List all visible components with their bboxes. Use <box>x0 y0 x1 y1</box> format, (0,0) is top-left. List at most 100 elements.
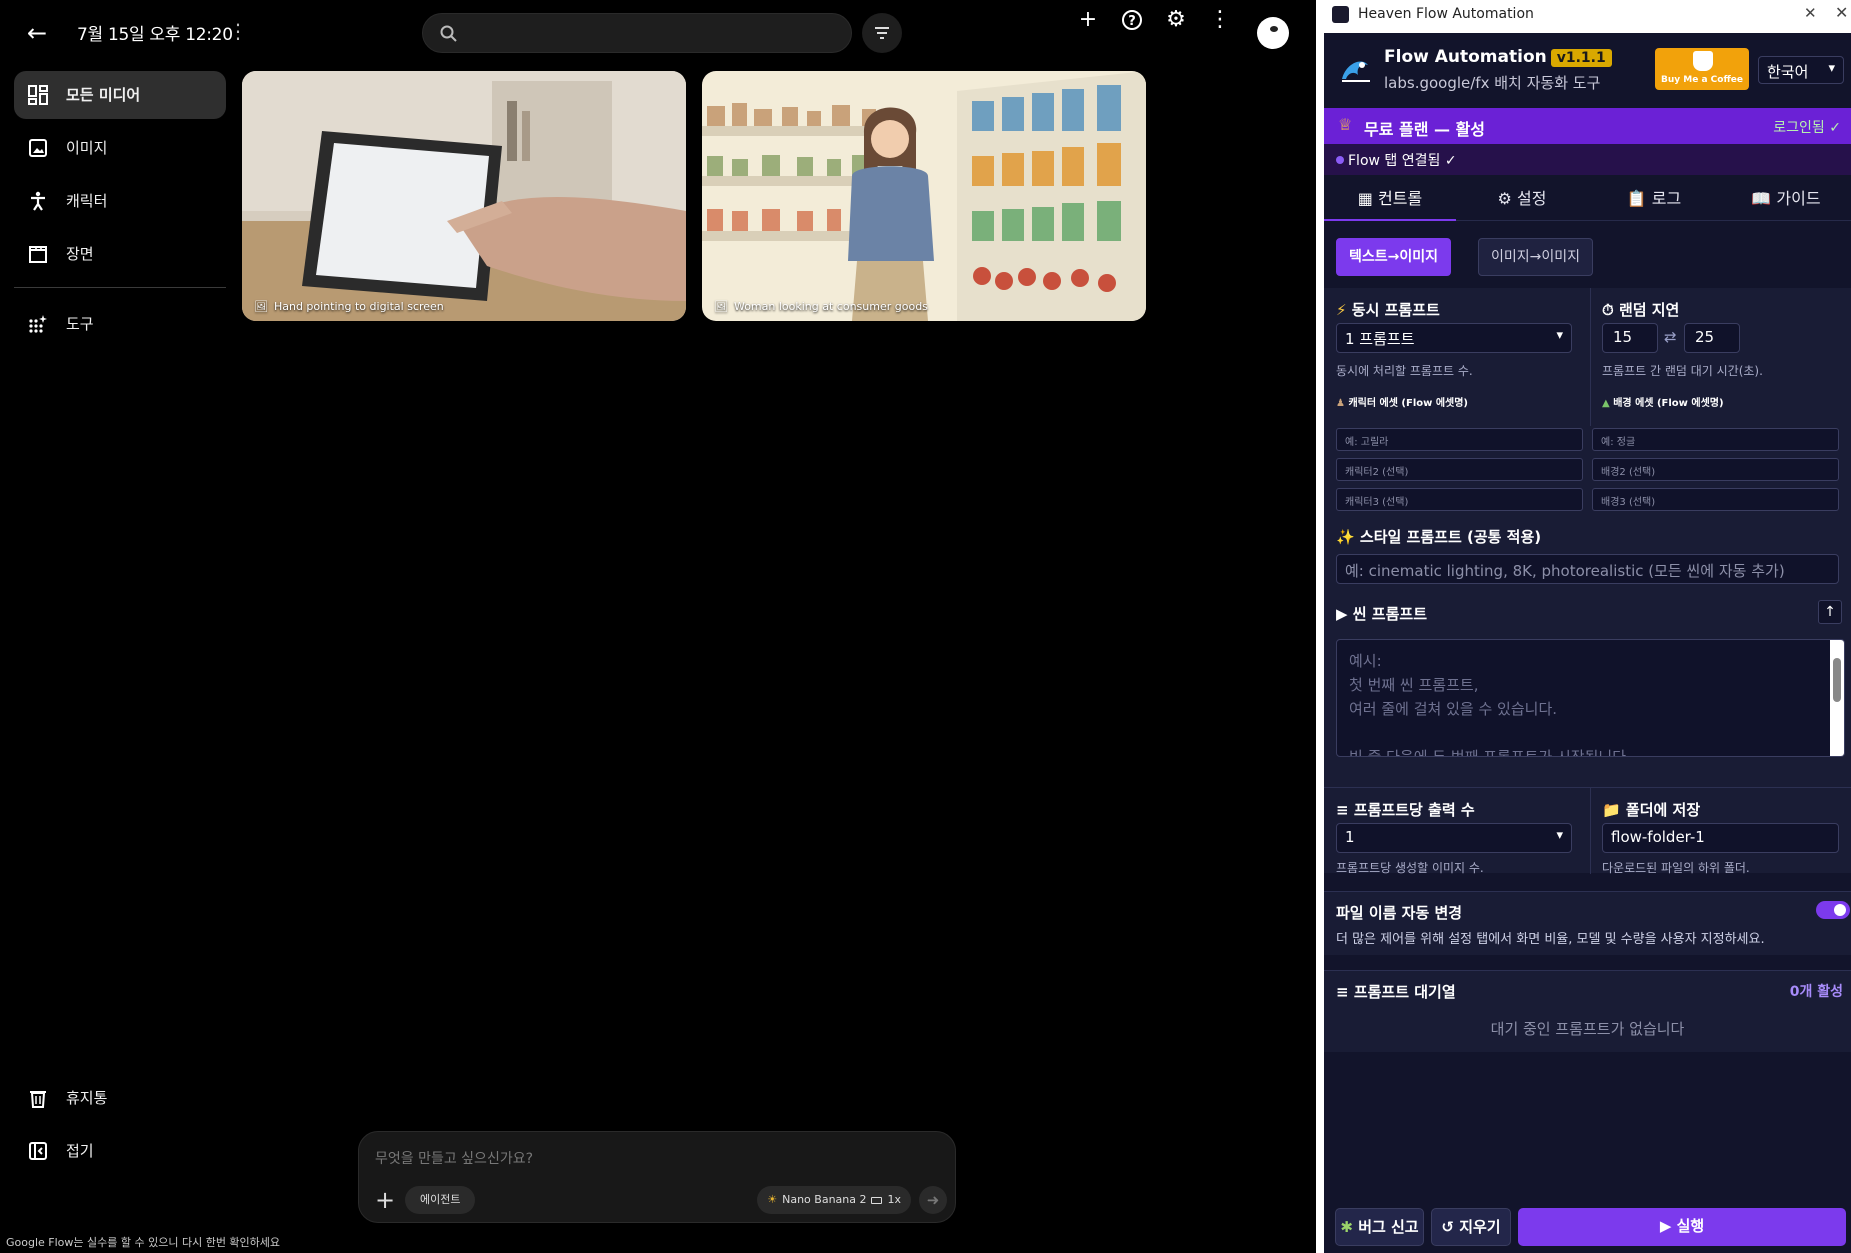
lightning-icon: ⚡ <box>1336 301 1347 319</box>
sidebar-item-images[interactable]: 이미지 <box>14 124 226 172</box>
prompt-section: 예: cinematic lighting, 8K, photorealisti… <box>1324 551 1851 787</box>
sidebar-item-label: 도구 <box>66 315 94 333</box>
image-icon: 🖼 <box>714 300 728 313</box>
background-asset-input-3[interactable]: 배경3 (선택) <box>1592 488 1839 511</box>
more-options-icon[interactable]: ⋮ <box>1200 0 1240 40</box>
concurrent-value: 1 프롬프트 <box>1345 330 1415 348</box>
queue-empty-text: 대기 중인 프롬프트가 없습니다 <box>1490 1020 1685 1038</box>
concurrent-select[interactable]: 1 프롬프트 <box>1336 323 1572 353</box>
sidebar-item-characters[interactable]: 캐릭터 <box>14 177 226 225</box>
tab-log[interactable]: 📋 로그 <box>1588 179 1720 221</box>
model-selector[interactable]: ☀ Nano Banana 2 1x <box>757 1186 911 1214</box>
media-thumbnail-store <box>702 71 1146 321</box>
tab-control[interactable]: ▦ 컨트롤 <box>1324 179 1456 221</box>
output-section: ≡ 프롬프트당 출력 수 1 프롬프트당 생성할 이미지 수. 📁 폴더에 저장… <box>1324 787 1851 875</box>
sidebar-item-all-media[interactable]: 모든 미디어 <box>14 71 226 119</box>
language-select[interactable]: 한국어 <box>1758 56 1844 84</box>
mode-image-to-image-button[interactable]: 이미지→이미지 <box>1478 238 1594 276</box>
help-icon[interactable]: ? <box>1112 0 1152 40</box>
upload-arrow-icon[interactable]: ↑ <box>1818 600 1842 624</box>
top-bar: ← 7월 15일 오후 12:20 ⋮ + ? ⚙ ⋮ <box>0 0 1316 66</box>
queue-label: ≡ 프롬프트 대기열 <box>1336 981 1456 1002</box>
tab-settings[interactable]: ⚙ 설정 <box>1456 179 1588 221</box>
search-bar[interactable] <box>422 13 852 53</box>
mode-text-to-image-button[interactable]: 텍스트→이미지 <box>1336 238 1452 276</box>
media-card[interactable]: 🖼 Woman looking at consumer goods <box>702 71 1146 321</box>
search-input[interactable] <box>469 22 839 46</box>
prompt-input[interactable]: 무엇을 만들고 싶으신가요? <box>375 1148 533 1168</box>
delay-max-input[interactable]: 25 <box>1684 323 1740 353</box>
tab-label: 로그 <box>1651 189 1682 208</box>
background-assets-label-text: 배경 에셋 (Flow 에셋명) <box>1613 398 1724 409</box>
prompt-composer[interactable]: 무엇을 만들고 싶으신가요? + 에이전트 ☀ Nano Banana 2 1x… <box>358 1131 956 1223</box>
style-prompt-input[interactable]: 예: cinematic lighting, 8K, photorealisti… <box>1336 554 1839 584</box>
brand-title: Flow Automation v1.1.1 <box>1384 47 1612 67</box>
scene-prompt-label-text: 씬 프롬프트 <box>1352 605 1428 623</box>
delay-help: 프롬프트 간 랜덤 대기 시간(초). <box>1602 364 1763 378</box>
buy-coffee-button[interactable]: Buy Me a Coffee <box>1655 48 1749 90</box>
scene-prompt-label[interactable]: ▶ 씬 프롬프트 <box>1336 603 1427 624</box>
folder-input[interactable]: flow-folder-1 <box>1602 823 1839 853</box>
outputs-value: 1 <box>1345 828 1355 846</box>
concurrent-help: 동시에 처리할 프롬프트 수. <box>1336 364 1473 378</box>
media-caption-text: Hand pointing to digital screen <box>273 300 444 313</box>
back-arrow-icon[interactable]: ← <box>22 18 52 48</box>
tools-icon <box>29 315 47 333</box>
tab-label: 설정 <box>1516 189 1547 208</box>
send-arrow-icon[interactable]: ➜ <box>919 1186 947 1214</box>
expand-triangle-icon: ▶ <box>1336 605 1348 623</box>
settings-gear-icon[interactable]: ⚙ <box>1156 0 1196 40</box>
tab-guide[interactable]: 📖 가이드 <box>1720 179 1851 221</box>
background-asset-input-2[interactable]: 배경2 (선택) <box>1592 458 1839 481</box>
style-prompt-label: ✨ 스타일 프롬프트 (공통 적용) <box>1336 526 1541 547</box>
scrollbar-thumb[interactable] <box>1833 658 1841 702</box>
delay-min-input[interactable]: 15 <box>1602 323 1658 353</box>
character-icon: ♟ <box>1336 398 1345 409</box>
pin-icon[interactable]: ✕ <box>1804 4 1817 22</box>
agent-button[interactable]: 에이전트 <box>405 1186 476 1214</box>
character-asset-input-2[interactable]: 캐릭터2 (선택) <box>1336 458 1583 481</box>
auto-rename-label: 파일 이름 자동 변경 <box>1336 904 1463 922</box>
add-icon[interactable]: + <box>1068 0 1108 40</box>
sidebar-item-tools[interactable]: 도구 <box>14 300 226 348</box>
banana-icon: ☀ <box>767 1193 778 1206</box>
sidebar-item-scenes[interactable]: 장면 <box>14 230 226 278</box>
extension-app-icon <box>1332 6 1349 23</box>
toggle-knob <box>1834 904 1846 916</box>
add-icon[interactable]: + <box>371 1186 399 1214</box>
scene-prompt-textarea[interactable]: 예시: 첫 번째 씬 프롬프트, 여러 줄에 걸쳐 있을 수 있습니다. 빈 줄… <box>1336 639 1845 757</box>
outputs-label-text: 프롬프트당 출력 수 <box>1353 801 1475 819</box>
outputs-select[interactable]: 1 <box>1336 823 1572 853</box>
extension-window: Heaven Flow Automation ✕ ✕ Flow Automati… <box>1316 0 1851 1253</box>
project-more-icon[interactable]: ⋮ <box>228 19 248 43</box>
person-icon <box>31 191 45 211</box>
aspect-ratio-icon <box>871 1196 883 1204</box>
project-title[interactable]: 7월 15일 오후 12:20 <box>77 20 233 45</box>
sidebar-item-collapse[interactable]: 접기 <box>14 1127 226 1175</box>
filter-button[interactable] <box>862 13 902 53</box>
character-asset-input-3[interactable]: 캐릭터3 (선택) <box>1336 488 1583 511</box>
tab-label: 컨트롤 <box>1378 189 1423 208</box>
run-button[interactable]: ▶ 실행 <box>1518 1208 1846 1246</box>
clear-button[interactable]: ↺ 지우기 <box>1431 1208 1511 1246</box>
folder-help: 다운로드된 파일의 하위 폴더. <box>1602 861 1750 875</box>
scrollbar[interactable] <box>1830 640 1844 756</box>
folder-label: 📁 폴더에 저장 <box>1602 799 1700 820</box>
character-asset-input-1[interactable]: 예: 고릴라 <box>1336 428 1583 451</box>
extension-tabs: ▦ 컨트롤 ⚙ 설정 📋 로그 📖 가이드 <box>1324 179 1851 221</box>
bug-report-button[interactable]: ✱ 버그 신고 <box>1335 1208 1424 1246</box>
control-grid-icon: ▦ <box>1357 189 1373 208</box>
close-icon[interactable]: ✕ <box>1835 3 1848 22</box>
auto-rename-toggle[interactable] <box>1816 901 1850 919</box>
concurrent-label-text: 동시 프롬프트 <box>1351 301 1440 319</box>
media-card[interactable]: 🖼 Hand pointing to digital screen <box>242 71 686 321</box>
wave-logo-icon <box>1342 61 1370 82</box>
delay-label: ⏱ 랜덤 지연 <box>1602 299 1679 320</box>
sidebar-item-trash[interactable]: 휴지통 <box>14 1074 226 1122</box>
avatar[interactable] <box>1257 17 1289 49</box>
sidebar-item-label: 휴지통 <box>66 1089 108 1107</box>
background-asset-input-1[interactable]: 예: 정글 <box>1592 428 1839 451</box>
sidebar-divider <box>14 287 226 288</box>
language-value: 한국어 <box>1767 63 1809 81</box>
bug-report-label: 버그 신고 <box>1358 1218 1419 1236</box>
